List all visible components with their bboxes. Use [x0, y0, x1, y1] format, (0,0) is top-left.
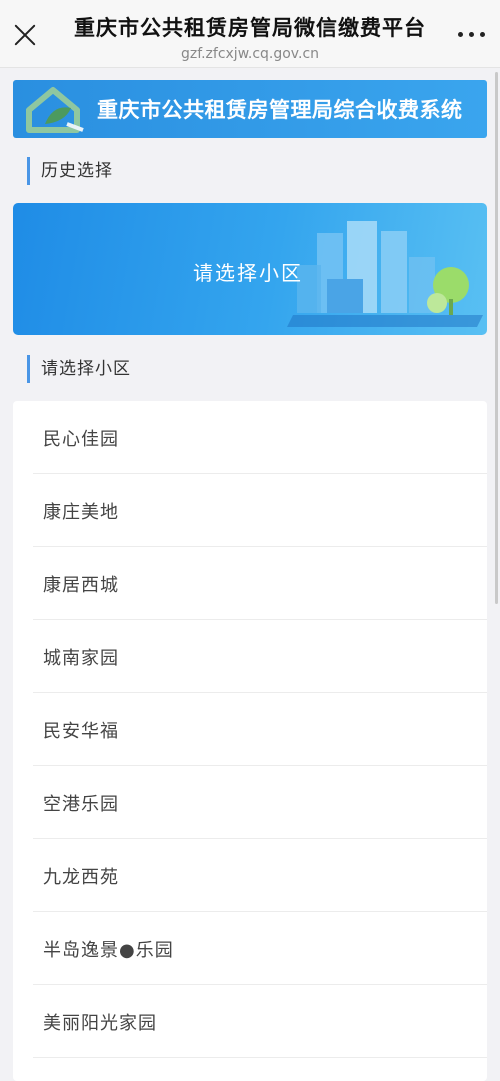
- list-item-label: 九龙西苑: [43, 867, 119, 888]
- list-item-label: 康庄美地: [43, 502, 119, 523]
- select-community-label: 请选择小区: [193, 261, 303, 285]
- list-item[interactable]: 城南家园: [33, 620, 487, 693]
- title-block: 重庆市公共租赁房管局微信缴费平台 gzf.zfcxjw.cq.gov.cn: [60, 12, 440, 62]
- list-item-label: 城南家园: [43, 648, 119, 669]
- community-heading-label: 请选择小区: [41, 359, 131, 379]
- top-nav-bar: 重庆市公共租赁房管局微信缴费平台 gzf.zfcxjw.cq.gov.cn: [0, 0, 500, 68]
- list-item-label: 民心佳园: [43, 429, 119, 450]
- dot-icon: [469, 32, 474, 37]
- more-options-icon[interactable]: [458, 24, 486, 44]
- list-item[interactable]: 康庄美地: [33, 474, 487, 547]
- close-icon[interactable]: [12, 22, 38, 48]
- city-buildings-icon: [287, 221, 483, 327]
- select-community-card[interactable]: 请选择小区: [13, 203, 487, 335]
- heading-accent-bar: [27, 157, 30, 185]
- page-url: gzf.zfcxjw.cq.gov.cn: [180, 46, 320, 62]
- community-list: 民心佳园 康庄美地 康居西城 城南家园 民安华福 空港乐园 九龙西苑 半岛逸景●…: [13, 401, 487, 1081]
- history-heading: 历史选择: [27, 157, 113, 185]
- list-item[interactable]: 九龙西苑: [33, 839, 487, 912]
- page-title: 重庆市公共租赁房管局微信缴费平台: [74, 16, 426, 40]
- list-item[interactable]: 康居西城: [33, 547, 487, 620]
- heading-accent-bar: [27, 355, 30, 383]
- list-item[interactable]: 民安华福: [33, 693, 487, 766]
- history-heading-label: 历史选择: [41, 161, 113, 181]
- house-logo-icon: [26, 87, 84, 133]
- list-item-label: 民安华福: [43, 721, 119, 742]
- list-item[interactable]: 美丽阳光家园: [33, 985, 487, 1058]
- list-item[interactable]: 民心佳园: [33, 401, 487, 474]
- list-item-label: 半岛逸景●乐园: [43, 940, 174, 961]
- dot-icon: [480, 32, 485, 37]
- page-scrollbar[interactable]: [495, 72, 498, 604]
- list-item-label: 美丽阳光家园: [43, 1013, 157, 1034]
- dot-icon: [458, 32, 463, 37]
- community-heading: 请选择小区: [27, 355, 131, 383]
- list-item[interactable]: 半岛逸景●乐园: [33, 912, 487, 985]
- system-banner: 重庆市公共租赁房管理局综合收费系统: [13, 80, 487, 138]
- banner-title: 重庆市公共租赁房管理局综合收费系统: [97, 98, 463, 122]
- list-item-label: 空港乐园: [43, 794, 119, 815]
- list-item[interactable]: 空港乐园: [33, 766, 487, 839]
- list-item-label: 康居西城: [43, 575, 119, 596]
